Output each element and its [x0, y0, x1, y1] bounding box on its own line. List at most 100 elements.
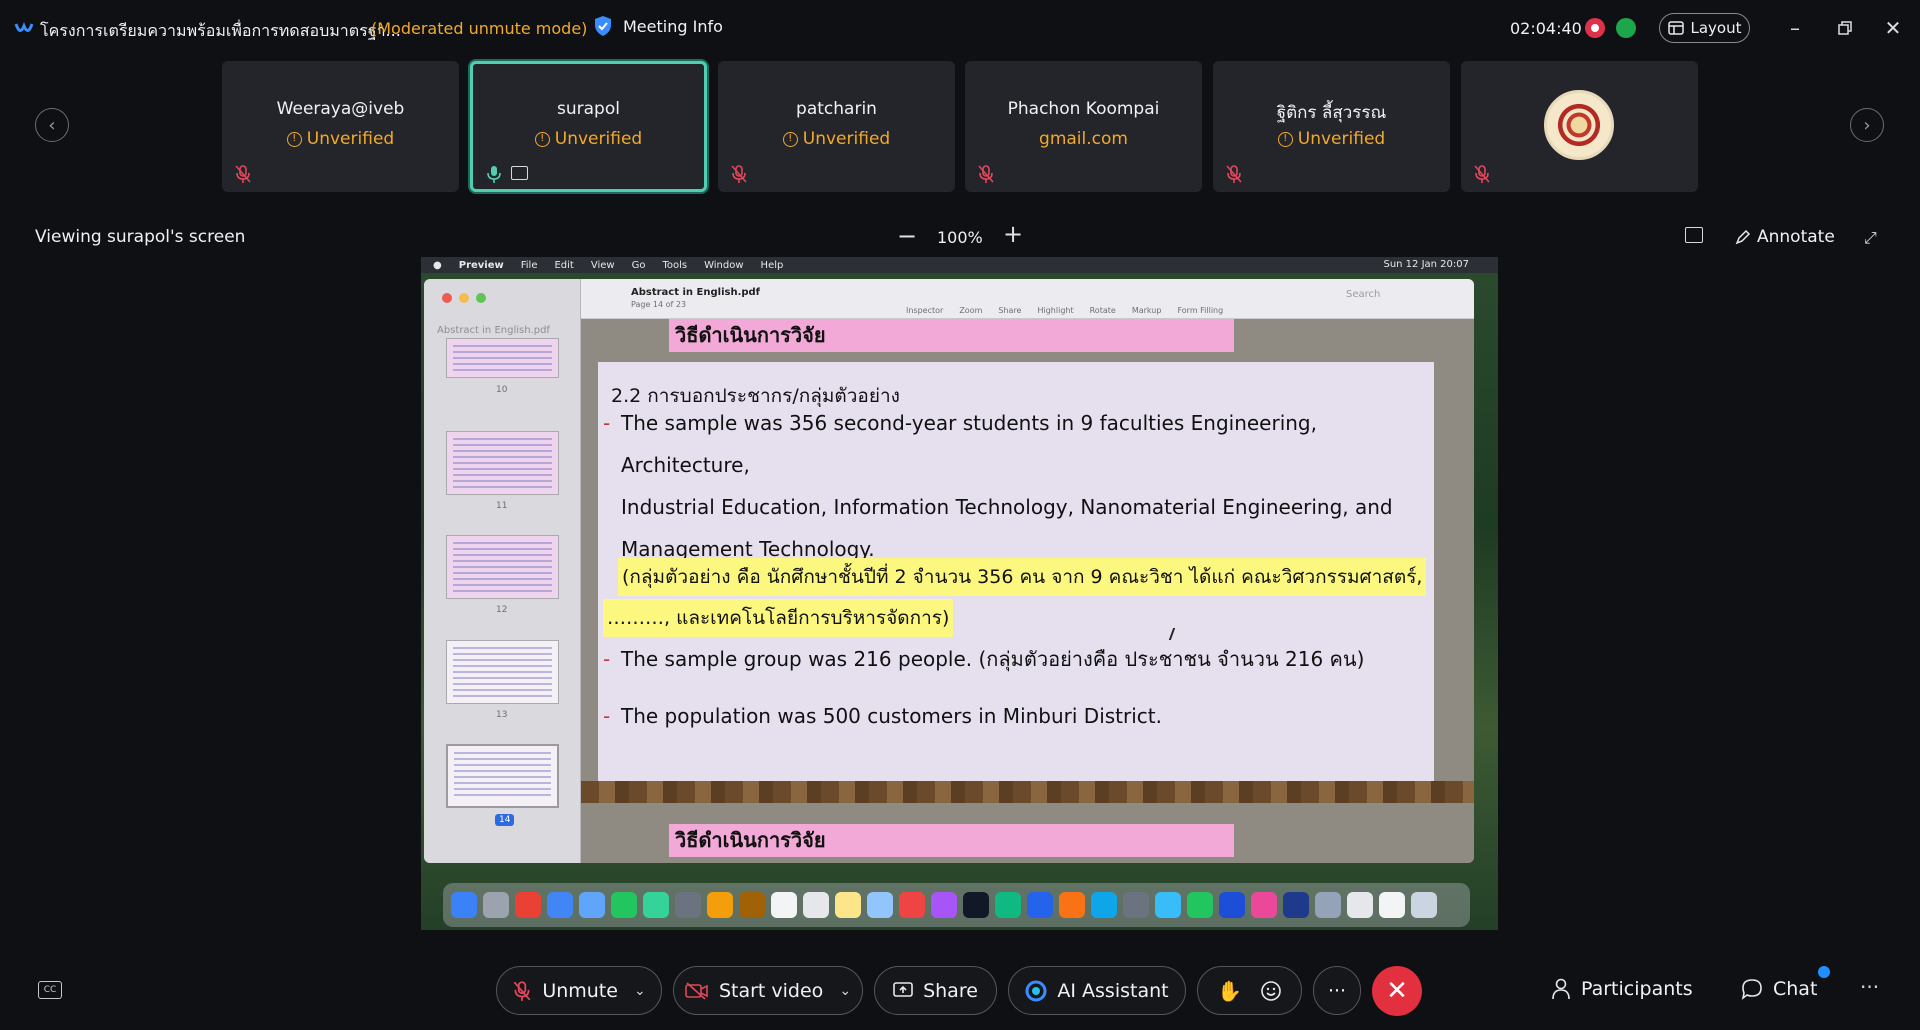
zoom-in-button[interactable]: + — [1003, 220, 1023, 248]
warning-icon: ! — [782, 131, 798, 147]
shield-icon — [595, 16, 611, 36]
emoji-reaction-icon[interactable] — [1260, 980, 1282, 1002]
zoom-out-button[interactable]: − — [897, 222, 917, 250]
minimize-icon[interactable]: – — [1782, 15, 1808, 41]
recording-icon[interactable] — [1585, 18, 1605, 38]
share-button[interactable]: Share — [874, 966, 997, 1015]
title-bar: โครงการเตรียมความพร้อมเพื่อการทดสอบมาตรฐ… — [0, 0, 1920, 58]
meeting-info-label: Meeting Info — [623, 16, 723, 36]
chat-notification-badge — [1818, 966, 1830, 978]
chevron-down-icon[interactable]: ⌄ — [634, 983, 646, 999]
thumbnail-number: 11 — [496, 501, 508, 511]
participant-tile-1[interactable]: surapol ! Unverified — [470, 61, 707, 192]
next-participants-button[interactable]: › — [1850, 108, 1884, 142]
participant-name: surapol — [557, 99, 620, 119]
chat-icon — [1741, 979, 1762, 1000]
menu-tools: Tools — [662, 259, 688, 271]
thumbnail-sidebar: Abstract in English.pdf 10 11 12 13 14 — [424, 279, 581, 863]
leave-meeting-button[interactable]: ✕ — [1372, 966, 1422, 1016]
participants-icon — [1552, 978, 1570, 1000]
sidebar-title: Abstract in English.pdf — [437, 325, 550, 336]
warning-icon: ! — [534, 131, 550, 147]
zoom-level: 100% — [937, 228, 983, 247]
mac-clock: Sun 12 Jan 20:07 — [1383, 259, 1469, 270]
section-heading: วิธีดำเนินการวิจัย — [669, 319, 1234, 352]
start-video-button[interactable]: Start video ⌄ — [673, 966, 863, 1015]
menu-go: Go — [631, 259, 646, 271]
participant-tile-4[interactable]: ฐิติกร ลี้สุวรรณ ! Unverified — [1213, 61, 1450, 192]
unmute-button[interactable]: Unmute ⌄ — [496, 966, 662, 1015]
slide-footer-image — [581, 781, 1474, 803]
picture-in-picture-icon[interactable] — [1685, 227, 1703, 243]
muted-mic-icon — [1226, 165, 1242, 183]
preview-toolbar: Abstract in English.pdf Page 14 of 23 In… — [581, 279, 1474, 319]
document-file-name: Abstract in English.pdf — [631, 287, 761, 298]
layout-icon — [1667, 21, 1684, 35]
participant-status: ! Unverified — [473, 129, 704, 149]
thumbnail-number-selected: 14 — [495, 814, 515, 826]
participant-name: patcharin — [796, 99, 877, 119]
participant-tile-2[interactable]: patcharin ! Unverified — [718, 61, 955, 192]
more-options-button[interactable]: ··· — [1313, 966, 1361, 1015]
muted-mic-icon — [978, 165, 994, 183]
more-label: ··· — [1327, 979, 1347, 1002]
thumbnail-page — [446, 535, 559, 599]
participant-name: Weeraya@iveb — [276, 99, 405, 119]
chevron-down-icon[interactable]: ⌄ — [839, 983, 851, 999]
participant-status: ! Unverified — [1213, 129, 1450, 149]
viewing-screen-label: Viewing surapol's screen — [35, 227, 246, 247]
menu-file: File — [520, 259, 538, 271]
document-search: Search — [1346, 289, 1381, 300]
thumbnail-page — [446, 431, 559, 495]
participant-tile-3[interactable]: Phachon Koompai gmail.com — [965, 61, 1202, 192]
reactions-group[interactable]: ✋ — [1197, 966, 1302, 1015]
annotate-button[interactable]: Annotate — [1735, 227, 1835, 247]
participant-avatar — [1544, 90, 1614, 160]
meeting-timer: 02:04:40 — [1510, 19, 1582, 38]
menu-window: Window — [704, 259, 744, 271]
highlighted-thai-text-1: (กลุ่มตัวอย่าง คือ นักศึกษาชั้นปีที่ 2 จ… — [618, 558, 1427, 596]
restore-icon[interactable] — [1832, 15, 1858, 41]
raise-hand-icon[interactable]: ✋ — [1217, 979, 1242, 1003]
preview-window: Abstract in English.pdf 10 11 12 13 14 A… — [424, 279, 1474, 863]
menu-preview: Preview — [458, 259, 504, 271]
layout-button[interactable]: Layout — [1659, 13, 1750, 43]
thumbnail-page — [446, 338, 559, 378]
thumbnail-number: 13 — [496, 710, 508, 720]
more-options-icon[interactable]: ··· — [1860, 975, 1879, 999]
ai-assistant-icon — [1025, 980, 1047, 1001]
preview-tool-labels: Inspector Zoom Share Highlight Rotate Ma… — [906, 306, 1224, 315]
window-controls — [442, 293, 486, 303]
participant-name: Phachon Koompai — [1007, 99, 1160, 119]
network-status-icon[interactable] — [1616, 18, 1636, 38]
menu-edit: Edit — [554, 259, 574, 271]
thumbnail-number: 10 — [496, 385, 508, 395]
chat-button[interactable]: Chat — [1741, 978, 1817, 1000]
muted-mic-icon — [731, 165, 747, 183]
prev-participants-button[interactable]: ‹ — [35, 108, 69, 142]
share-label: Share — [923, 979, 978, 1002]
meeting-info-button[interactable]: Meeting Info — [593, 15, 723, 37]
chat-label: Chat — [1773, 978, 1818, 1000]
muted-mic-icon — [1474, 165, 1490, 183]
muted-mic-icon — [235, 165, 251, 183]
annotate-label: Annotate — [1757, 227, 1835, 247]
participant-name: ฐิติกร ลี้สุวรรณ — [1276, 103, 1387, 123]
close-icon[interactable]: ✕ — [1880, 15, 1906, 41]
participants-button[interactable]: Participants — [1551, 978, 1693, 1000]
closed-captions-icon[interactable]: CC — [38, 981, 62, 999]
menu-help: Help — [760, 259, 784, 271]
participant-status: ! Unverified — [718, 129, 955, 149]
document-page-info: Page 14 of 23 — [631, 300, 687, 309]
pen-icon — [1735, 229, 1751, 245]
start-video-label: Start video — [718, 979, 824, 1002]
thumbnail-page-selected — [446, 744, 559, 808]
ai-assistant-button[interactable]: AI Assistant — [1008, 966, 1186, 1015]
video-off-icon — [685, 981, 708, 1000]
participant-tile-5[interactable] — [1461, 61, 1698, 192]
unmute-label: Unmute — [542, 979, 618, 1002]
participant-tile-0[interactable]: Weeraya@iveb ! Unverified — [222, 61, 459, 192]
muted-mic-icon — [513, 980, 531, 1001]
fullscreen-icon[interactable]: ⤢ — [1864, 228, 1880, 247]
mac-dock — [443, 883, 1470, 927]
